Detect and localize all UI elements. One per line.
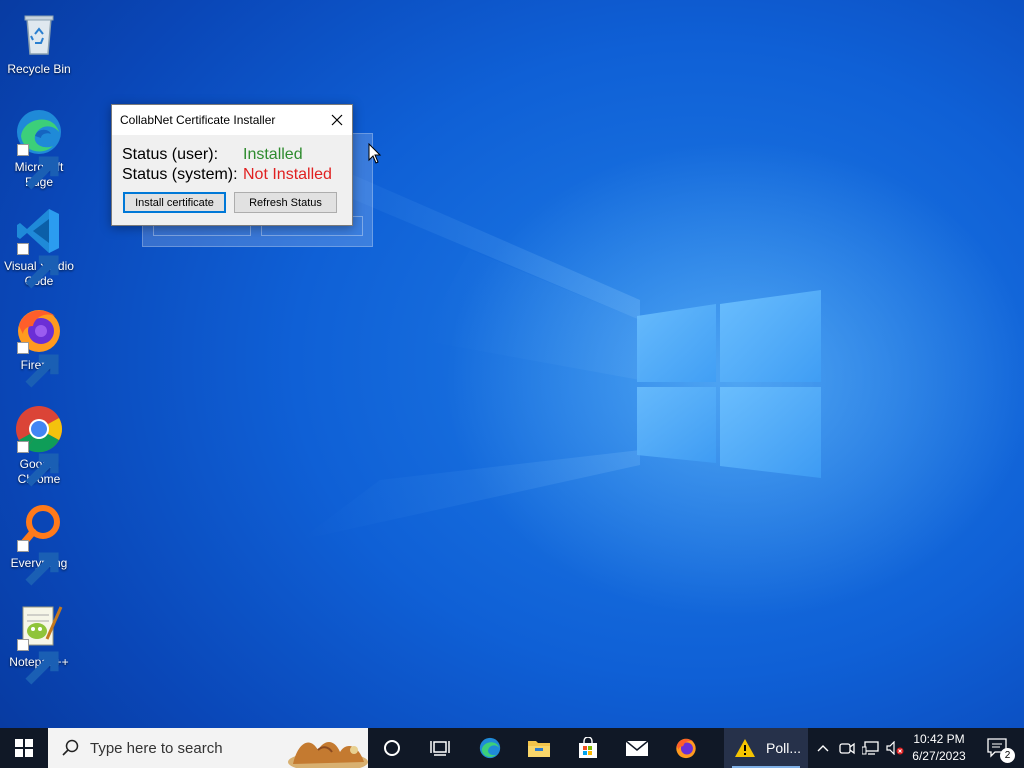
desktop-icon-everything[interactable]: Everything xyxy=(2,502,76,586)
mail-icon xyxy=(625,740,649,756)
clock[interactable]: 10:42 PM 6/27/2023 xyxy=(902,731,976,767)
tray-network[interactable] xyxy=(860,728,882,768)
firefox-icon xyxy=(676,738,696,759)
clock-date: 6/27/2023 xyxy=(912,749,966,763)
taskbar-search-box[interactable]: Type here to search xyxy=(48,728,368,768)
edge-icon xyxy=(13,106,65,190)
start-button[interactable] xyxy=(0,728,48,768)
install-certificate-button[interactable]: Install certificate xyxy=(123,192,226,213)
system-status-value: Not Installed xyxy=(243,166,332,183)
cortana-icon xyxy=(384,740,400,756)
desktop: Recycle Bin Microsoft Edge Visual Studio… xyxy=(0,0,1024,728)
taskbar: Type here to search Poll... 10:42 PM 6/2… xyxy=(0,728,1024,768)
taskbar-running-app[interactable]: Poll... xyxy=(724,728,808,768)
everything-icon xyxy=(13,502,65,586)
search-icon xyxy=(62,739,79,756)
taskbar-store[interactable] xyxy=(564,728,612,768)
action-center-button[interactable]: 2 xyxy=(978,728,1018,768)
notepadpp-icon xyxy=(13,601,65,685)
user-status-value: Installed xyxy=(243,146,303,163)
network-icon xyxy=(862,741,879,755)
close-button[interactable] xyxy=(322,105,352,135)
desktop-icon-label: Recycle Bin xyxy=(7,62,71,76)
shortcut-arrow-icon xyxy=(17,540,59,586)
taskbar-mail[interactable] xyxy=(613,728,661,768)
desktop-icon-recycle-bin[interactable]: Recycle Bin xyxy=(2,8,76,77)
firefox-icon xyxy=(13,304,65,388)
recycle-bin-icon xyxy=(13,8,65,60)
shortcut-arrow-icon xyxy=(17,243,59,289)
running-app-label: Poll... xyxy=(766,740,802,756)
certificate-installer-window: CollabNet Certificate Installer Status (… xyxy=(111,104,353,226)
desktop-icon-vscode[interactable]: Visual Studio Code xyxy=(2,205,76,289)
chevron-up-icon xyxy=(817,745,829,752)
cortana-button[interactable] xyxy=(368,728,416,768)
clock-time: 10:42 PM xyxy=(913,732,965,746)
taskbar-firefox[interactable] xyxy=(662,728,710,768)
task-view-icon xyxy=(430,741,450,756)
shortcut-arrow-icon xyxy=(17,342,59,388)
shortcut-arrow-icon xyxy=(17,639,59,685)
taskbar-file-explorer[interactable] xyxy=(515,728,563,768)
camera-icon xyxy=(839,742,855,755)
task-view-button[interactable] xyxy=(416,728,464,768)
window-title: CollabNet Certificate Installer xyxy=(120,113,276,127)
system-status-label: Status (system): xyxy=(122,166,238,183)
edge-icon xyxy=(479,737,501,759)
search-placeholder: Type here to search xyxy=(90,739,223,757)
search-highlight-art xyxy=(288,742,368,768)
refresh-status-button[interactable]: Refresh Status xyxy=(234,192,337,213)
shortcut-arrow-icon xyxy=(17,144,59,190)
notification-badge: 2 xyxy=(1000,748,1015,763)
user-status-label: Status (user): xyxy=(122,146,219,163)
show-hidden-icons-button[interactable] xyxy=(812,728,834,768)
shortcut-arrow-icon xyxy=(17,441,59,487)
tray-meet-now[interactable] xyxy=(836,728,858,768)
vscode-icon xyxy=(13,205,65,289)
desktop-icon-edge[interactable]: Microsoft Edge xyxy=(2,106,76,190)
mouse-cursor-icon xyxy=(368,143,382,164)
chrome-icon xyxy=(13,403,65,487)
close-icon xyxy=(331,114,343,126)
desktop-icon-chrome[interactable]: Google Chrome xyxy=(2,403,76,487)
desktop-icon-notepadpp[interactable]: Notepad++ xyxy=(2,601,76,685)
warning-icon xyxy=(735,739,755,757)
window-titlebar[interactable]: CollabNet Certificate Installer xyxy=(112,105,352,135)
store-icon xyxy=(579,737,597,758)
taskbar-edge[interactable] xyxy=(466,728,514,768)
start-icon xyxy=(15,739,33,757)
desktop-icon-firefox[interactable]: Firefox xyxy=(2,304,76,388)
file-explorer-icon xyxy=(528,741,550,757)
